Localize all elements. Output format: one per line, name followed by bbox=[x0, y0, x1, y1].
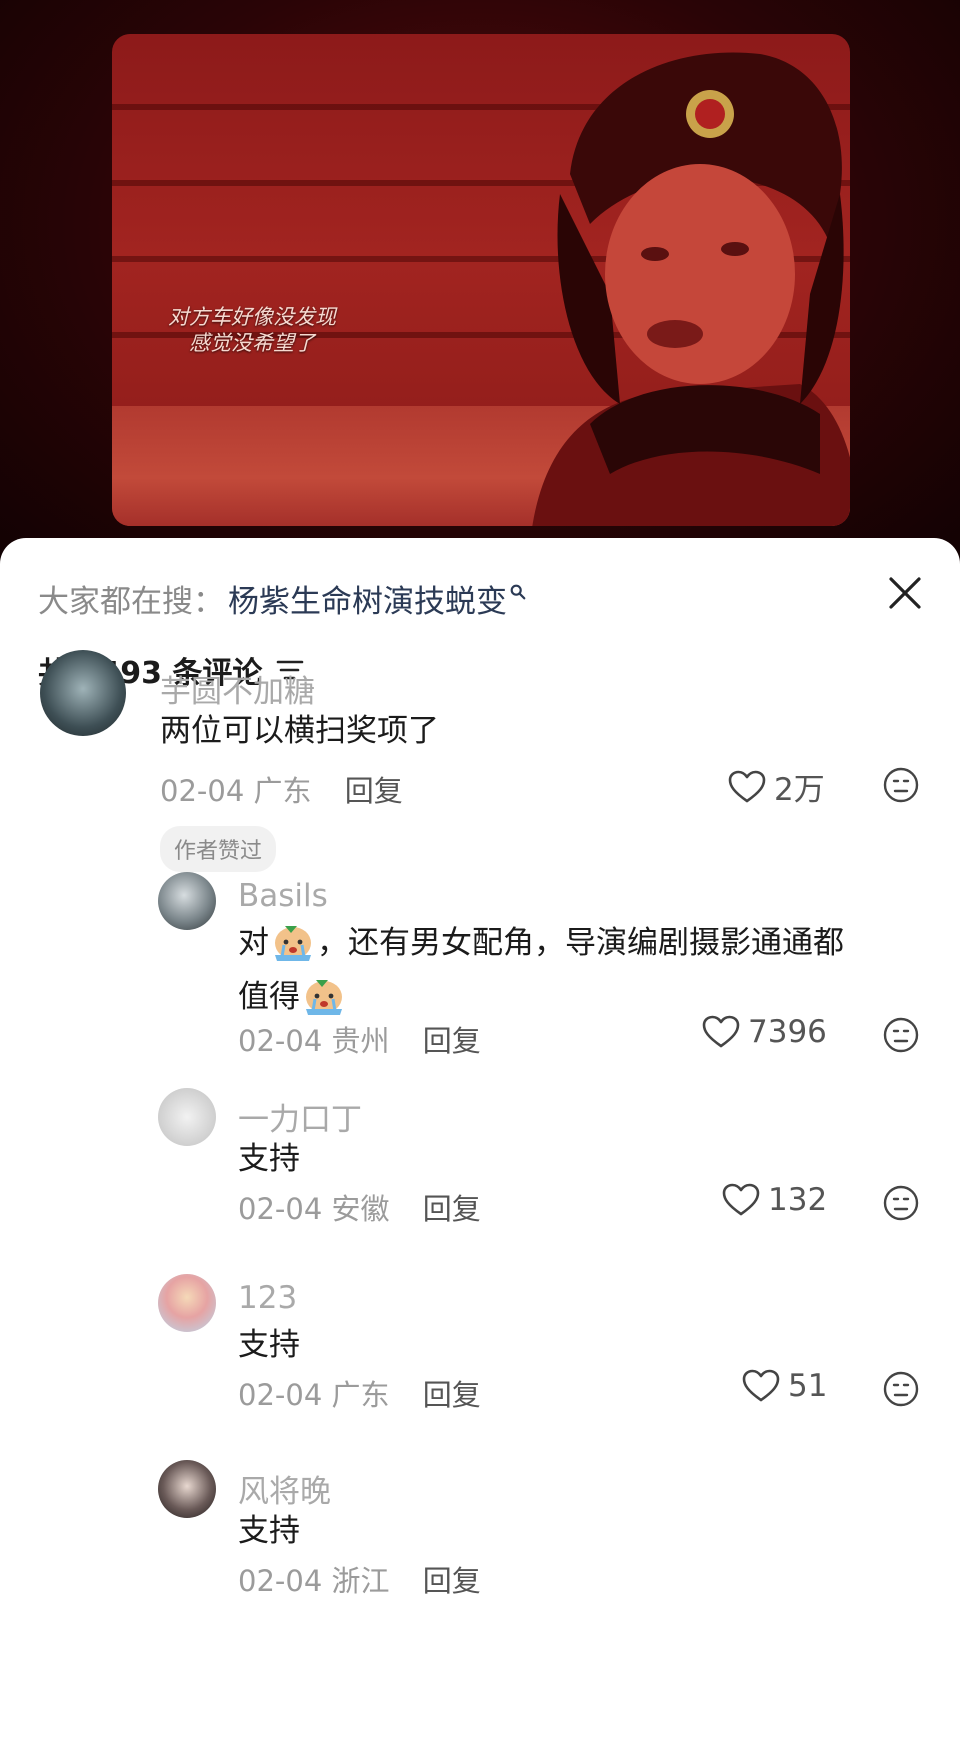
reply-button[interactable]: 回复 bbox=[423, 1024, 481, 1058]
heart-icon bbox=[742, 1369, 780, 1402]
comment-text: 支持 bbox=[238, 1141, 300, 1177]
comment-text-part: ，还有男女配角，导演编剧摄影通通都 bbox=[317, 925, 844, 961]
comment-text: 支持 bbox=[238, 1513, 300, 1549]
dislike-face-icon[interactable] bbox=[882, 766, 920, 804]
like-count: 132 bbox=[768, 1182, 828, 1218]
subtitle-line-1: 对方车好像没发现 bbox=[168, 305, 336, 329]
comment-date: 02-04 bbox=[238, 1192, 323, 1226]
comment-location: 广东 bbox=[253, 774, 312, 808]
heart-icon bbox=[722, 1183, 760, 1216]
comment-date: 02-04 bbox=[238, 1024, 323, 1058]
like-button[interactable]: 7396 bbox=[702, 1014, 827, 1050]
hot-search-bar[interactable]: 大家都在搜： 杨紫生命树演技蜕变 bbox=[38, 576, 527, 621]
like-count: 51 bbox=[788, 1368, 828, 1404]
comment-date: 02-04 bbox=[238, 1564, 323, 1598]
crying-emoji-icon bbox=[275, 926, 311, 961]
comment-username[interactable]: 123 bbox=[238, 1280, 297, 1316]
comment-location: 安徽 bbox=[331, 1192, 390, 1226]
avatar[interactable] bbox=[40, 650, 126, 736]
avatar[interactable] bbox=[158, 1088, 216, 1146]
comment-text-part: 对 bbox=[238, 925, 269, 961]
like-count: 7396 bbox=[748, 1014, 827, 1050]
comment-meta: 02-04 安徽 回复 bbox=[238, 1186, 481, 1228]
video-player[interactable]: 对方车好像没发现 感觉没希望了 bbox=[112, 34, 850, 526]
comment-username[interactable]: Basils bbox=[238, 878, 328, 914]
subtitle-line-2: 感觉没希望了 bbox=[189, 331, 315, 355]
heart-icon bbox=[728, 770, 766, 802]
comment-text-part: 值得 bbox=[238, 979, 300, 1015]
comment-meta: 02-04 浙江 回复 bbox=[238, 1558, 481, 1600]
dislike-face-icon[interactable] bbox=[882, 1016, 920, 1054]
dislike-face-icon[interactable] bbox=[882, 1184, 920, 1222]
video-character-figure bbox=[532, 52, 850, 526]
reply-button[interactable]: 回复 bbox=[423, 1564, 481, 1598]
author-liked-badge: 作者赞过 bbox=[160, 826, 277, 872]
hot-search-keyword[interactable]: 杨紫生命树演技蜕变 bbox=[228, 576, 507, 621]
reply-button[interactable]: 回复 bbox=[423, 1192, 481, 1226]
avatar[interactable] bbox=[158, 1274, 216, 1332]
comment-meta: 02-04 广东 回复 bbox=[238, 1372, 481, 1414]
like-count: 2万 bbox=[774, 772, 825, 808]
comment-date: 02-04 bbox=[238, 1378, 323, 1412]
comment-date: 02-04 bbox=[160, 774, 245, 808]
avatar[interactable] bbox=[158, 872, 216, 930]
heart-icon bbox=[702, 1015, 740, 1048]
avatar[interactable] bbox=[158, 1460, 216, 1518]
comment-sheet: 大家都在搜： 杨紫生命树演技蜕变 共 1493 条评论 芋圆不加糖 两位可以横扫… bbox=[0, 538, 960, 1755]
dislike-face-icon[interactable] bbox=[882, 1370, 920, 1408]
like-button[interactable]: 2万 bbox=[728, 764, 825, 809]
like-button[interactable]: 132 bbox=[722, 1182, 827, 1218]
hot-search-label: 大家都在搜： bbox=[38, 584, 224, 620]
comment-text: 两位可以横扫奖项了 bbox=[160, 713, 439, 749]
comment-meta: 02-04 广东 回复 bbox=[160, 768, 403, 810]
search-icon bbox=[510, 584, 526, 599]
comment-meta: 02-04 贵州 回复 bbox=[238, 1018, 481, 1060]
comment-location: 贵州 bbox=[331, 1024, 390, 1058]
close-icon[interactable] bbox=[886, 574, 924, 612]
comment-text: 支持 bbox=[238, 1327, 300, 1363]
reply-button[interactable]: 回复 bbox=[423, 1378, 481, 1412]
reply-button[interactable]: 回复 bbox=[345, 774, 403, 808]
comment-location: 浙江 bbox=[331, 1564, 390, 1598]
video-subtitle: 对方车好像没发现 感觉没希望了 bbox=[132, 304, 372, 356]
like-button[interactable]: 51 bbox=[742, 1368, 827, 1404]
comment-location: 广东 bbox=[331, 1378, 390, 1412]
comment-text: 对 ，还有男女配角，导演编剧摄影通通都 值得 bbox=[238, 916, 918, 1024]
crying-emoji-icon bbox=[306, 980, 342, 1015]
